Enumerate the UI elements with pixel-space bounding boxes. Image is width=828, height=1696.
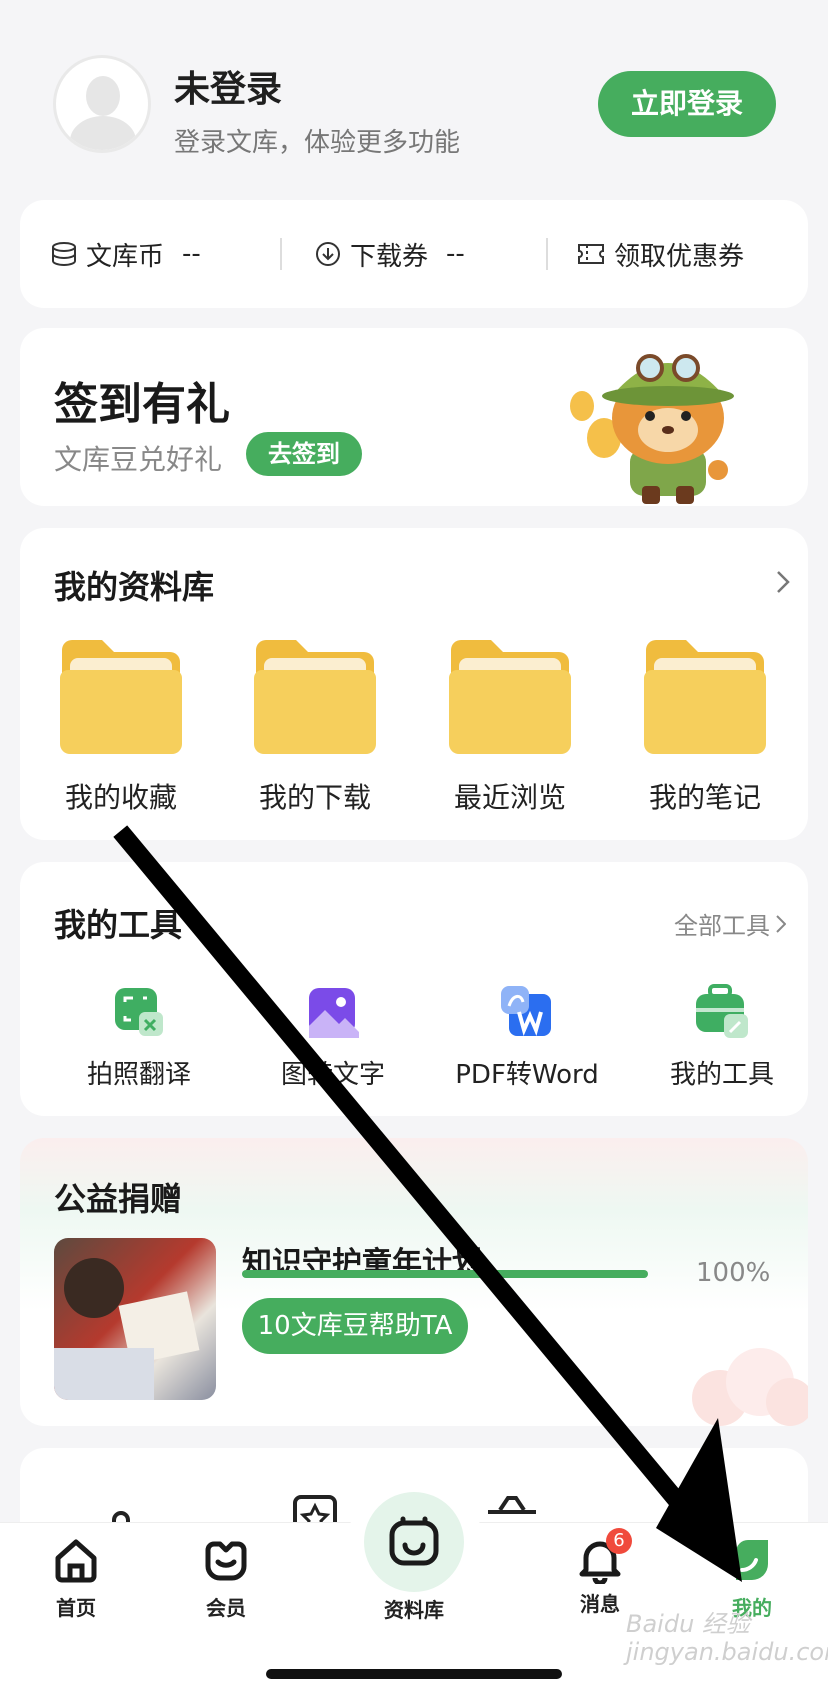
balance-card: 文库币 -- 下载券 -- 领取优惠券 — [20, 200, 808, 308]
tab-messages[interactable]: 6 消息 — [540, 1528, 660, 1617]
library-card: 我的资料库 我的收藏 我的下载 最近浏览 我的笔记 — [20, 528, 808, 840]
chevron-right-icon[interactable] — [776, 570, 790, 594]
tickets-item[interactable]: 下载券 -- — [314, 200, 465, 308]
folder-label: 我的下载 — [258, 781, 371, 814]
photo-translate-icon — [111, 984, 167, 1040]
charity-photo — [54, 1238, 216, 1400]
divider — [546, 238, 548, 270]
folder-icon — [449, 640, 571, 754]
coupon-item[interactable]: 领取优惠券 — [576, 200, 744, 308]
image-to-text-icon — [305, 984, 361, 1040]
profile-icon — [736, 1540, 768, 1580]
coin-stack-icon — [52, 242, 76, 267]
pdf-to-word-icon — [499, 984, 555, 1040]
coins-item[interactable]: 文库币 -- — [50, 200, 201, 308]
tab-profile[interactable]: 我的 — [692, 1536, 812, 1621]
charity-card[interactable]: 公益捐赠 知识守护童年计划 100% 10文库豆帮助TA — [20, 1138, 808, 1426]
message-badge: 6 — [606, 1528, 632, 1554]
signin-title: 签到有礼 — [54, 379, 230, 430]
user-name: 未登录 — [174, 69, 283, 110]
tool-my-tools[interactable]: 我的工具 — [637, 984, 807, 1091]
folder-label: 我的收藏 — [64, 781, 177, 814]
donate-button[interactable]: 10文库豆帮助TA — [242, 1298, 468, 1354]
toolbox-icon — [694, 984, 750, 1040]
all-tools-link[interactable]: 全部工具 — [674, 906, 786, 941]
folder-icon — [60, 640, 182, 754]
download-circle-icon — [316, 242, 340, 266]
coins-label: 文库币 — [86, 241, 165, 272]
tool-pdf-to-word[interactable]: PDF转Word — [442, 984, 612, 1091]
folder-recent[interactable] — [447, 636, 573, 756]
folder-icon — [644, 640, 766, 754]
charity-progress-text: 100% — [696, 1258, 771, 1288]
avatar-placeholder-icon — [86, 76, 120, 116]
folder-downloads[interactable] — [252, 636, 378, 756]
tool-label: 我的工具 — [669, 1060, 774, 1090]
tools-title: 我的工具 — [54, 906, 183, 944]
tickets-label: 下载券 — [350, 241, 429, 272]
tool-label: 图转文字 — [280, 1060, 385, 1090]
avatar[interactable] — [56, 58, 148, 150]
tool-photo-translate[interactable]: 拍照翻译 — [54, 984, 224, 1091]
home-indicator — [266, 1669, 562, 1679]
coupon-label: 领取优惠券 — [614, 241, 745, 272]
library-title: 我的资料库 — [54, 568, 215, 606]
login-button[interactable]: 立即登录 — [598, 71, 776, 137]
charity-title: 公益捐赠 — [54, 1180, 183, 1218]
divider — [280, 238, 282, 270]
folder-notes[interactable] — [642, 636, 768, 756]
folder-label: 我的笔记 — [648, 781, 761, 814]
signin-card[interactable]: 签到有礼 文库豆兑好礼 去签到 — [20, 328, 808, 506]
watermark: Baidu 经验 jingyan.baidu.com — [626, 1610, 828, 1666]
coins-value: -- — [182, 239, 201, 269]
tickets-value: -- — [446, 239, 465, 269]
tab-label: 首页 — [56, 1596, 96, 1620]
home-icon — [55, 1539, 97, 1583]
tab-library[interactable]: 资料库 — [354, 1492, 474, 1623]
mascot-illustration — [570, 354, 734, 504]
charity-progress-bar — [242, 1270, 648, 1278]
library-icon — [364, 1492, 464, 1592]
charity-progress-fill — [242, 1270, 648, 1278]
folder-label: 最近浏览 — [453, 781, 566, 814]
coupon-icon — [578, 244, 604, 264]
tool-image-to-text[interactable]: 图转文字 — [248, 984, 418, 1091]
tab-home[interactable]: 首页 — [16, 1536, 136, 1621]
vip-icon — [205, 1541, 247, 1581]
chevron-right-icon — [776, 914, 786, 933]
tools-card: 我的工具 全部工具 拍照翻译 图转文字 PDF转Word 我的工具 — [20, 862, 808, 1116]
tool-label: PDF转Word — [455, 1060, 599, 1090]
tab-vip[interactable]: 会员 — [166, 1536, 286, 1621]
signin-button[interactable]: 去签到 — [246, 432, 362, 476]
cloud-decoration — [692, 1348, 808, 1426]
folder-favorites[interactable] — [58, 636, 184, 756]
tab-label: 会员 — [206, 1596, 246, 1620]
user-subtitle: 登录文库，体验更多功能 — [174, 128, 461, 158]
folder-icon — [254, 640, 376, 754]
tool-label: 拍照翻译 — [86, 1060, 191, 1090]
signin-subtitle: 文库豆兑好礼 — [54, 443, 223, 476]
tab-label: 资料库 — [384, 1598, 444, 1622]
all-tools-label: 全部工具 — [674, 912, 770, 940]
